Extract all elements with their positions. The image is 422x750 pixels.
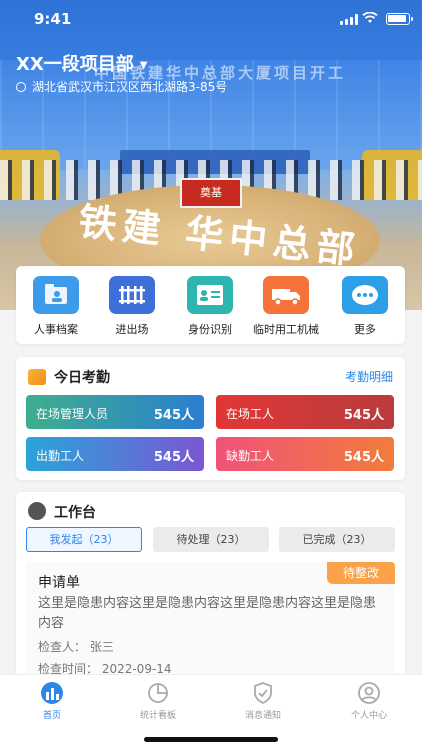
quick-item-label: 更多 — [354, 323, 376, 336]
request-content: 这里是隐患内容这里是隐患内容这里是隐患内容这里是隐患内容 — [38, 596, 377, 631]
stat-onsite-workers[interactable]: 在场工人 545人 — [216, 395, 394, 429]
stat-absent-workers[interactable]: 缺勤工人 545人 — [216, 437, 394, 471]
stat-label: 缺勤工人 — [226, 449, 275, 463]
request-title: 申请单 — [38, 575, 80, 591]
tab-completed[interactable]: 已完成（23） — [279, 527, 395, 552]
project-name: XX一段项目部 — [16, 54, 134, 75]
status-badge: 待整改 — [327, 562, 395, 584]
status-time: 9:41 — [34, 10, 72, 28]
home-indicator — [144, 737, 278, 742]
quick-item-label: 身份识别 — [188, 323, 232, 336]
truck-icon — [263, 276, 309, 314]
quick-item-id-recognition[interactable]: 身份识别 — [174, 276, 246, 337]
quick-item-label: 进出场 — [115, 323, 149, 336]
battery-icon — [386, 13, 413, 25]
pie-chart-icon — [145, 681, 171, 705]
cube-icon — [28, 502, 46, 520]
request-item[interactable]: 待整改 申请单 这里是隐患内容这里是隐患内容这里是隐患内容这里是隐患内容 检查人… — [26, 562, 395, 692]
more-icon — [342, 276, 388, 314]
status-bar: 9:41 — [0, 0, 422, 40]
wifi-icon — [362, 12, 378, 23]
project-address: 湖北省武汉市江汉区西北湖路3-85号 — [16, 78, 227, 95]
signal-icon — [340, 14, 358, 25]
tabbar-label: 首页 — [42, 711, 61, 721]
tabbar-statistics[interactable]: 统计看板 — [116, 681, 200, 721]
tabbar-label: 个人中心 — [350, 711, 387, 721]
tabbar-label: 统计看板 — [139, 711, 176, 721]
stat-attending-workers[interactable]: 出勤工人 545人 — [26, 437, 204, 471]
request-inspector: 检查人： 张三 — [38, 640, 114, 654]
tabbar-profile[interactable]: 个人中心 — [327, 681, 411, 721]
workbench-title: 工作台 — [28, 502, 96, 522]
stat-onsite-managers[interactable]: 在场管理人员 545人 — [26, 395, 204, 429]
home-chart-icon — [39, 681, 65, 705]
tabbar-home[interactable]: 首页 — [10, 681, 94, 721]
caret-down-icon: ▼ — [139, 59, 148, 71]
gate-icon — [109, 276, 155, 314]
quick-item-label: 人事档案 — [34, 323, 78, 336]
stat-value: 545人 — [153, 408, 194, 423]
shield-check-icon — [250, 681, 276, 705]
tab-pending[interactable]: 待处理（23） — [153, 527, 269, 552]
tab-initiated[interactable]: 我发起（23） — [26, 527, 142, 552]
quick-item-personnel-files[interactable]: 人事档案 — [20, 276, 92, 337]
tabbar-messages[interactable]: 消息通知 — [221, 681, 305, 721]
id-card-icon — [187, 276, 233, 314]
quick-item-label: 临时用工机械 — [253, 323, 319, 336]
tabbar-label: 消息通知 — [244, 711, 281, 721]
stat-value: 545人 — [343, 408, 384, 423]
attendance-title: 今日考勤 — [28, 367, 110, 387]
quick-menu: 人事档案 进出场 身份识别 临时用工机械 更多 — [16, 266, 405, 344]
workbench-title-text: 工作台 — [54, 505, 96, 521]
stat-value: 545人 — [153, 450, 194, 465]
stat-value: 545人 — [343, 450, 384, 465]
foundation-plaque: 奠基 — [180, 178, 242, 208]
project-selector[interactable]: XX一段项目部 ▼ — [16, 50, 147, 76]
quick-item-entry-exit[interactable]: 进出场 — [96, 276, 168, 337]
attendance-title-text: 今日考勤 — [54, 370, 110, 386]
stat-label: 在场管理人员 — [36, 407, 109, 421]
folder-person-icon — [33, 276, 79, 314]
hero-banner-image: 中国铁建华中总部大厦项目开工 铁建 华中总部 奠基 — [0, 0, 422, 310]
address-text: 湖北省武汉市江汉区西北湖路3-85号 — [32, 80, 228, 94]
trend-chart-icon — [28, 369, 46, 385]
quick-item-more[interactable]: 更多 — [329, 276, 401, 337]
attendance-card: 今日考勤 考勤明细 在场管理人员 545人 在场工人 545人 出勤工人 545… — [16, 357, 405, 480]
location-icon — [16, 82, 26, 92]
quick-item-temp-machinery[interactable]: 临时用工机械 — [250, 276, 322, 337]
workbench-card: 工作台 我发起（23） 待处理（23） 已完成（23） 待整改 申请单 这里是隐… — [16, 492, 405, 692]
attendance-detail-link[interactable]: 考勤明细 — [345, 368, 393, 385]
stat-label: 在场工人 — [226, 407, 275, 421]
stat-label: 出勤工人 — [36, 449, 85, 463]
user-icon — [356, 681, 382, 705]
